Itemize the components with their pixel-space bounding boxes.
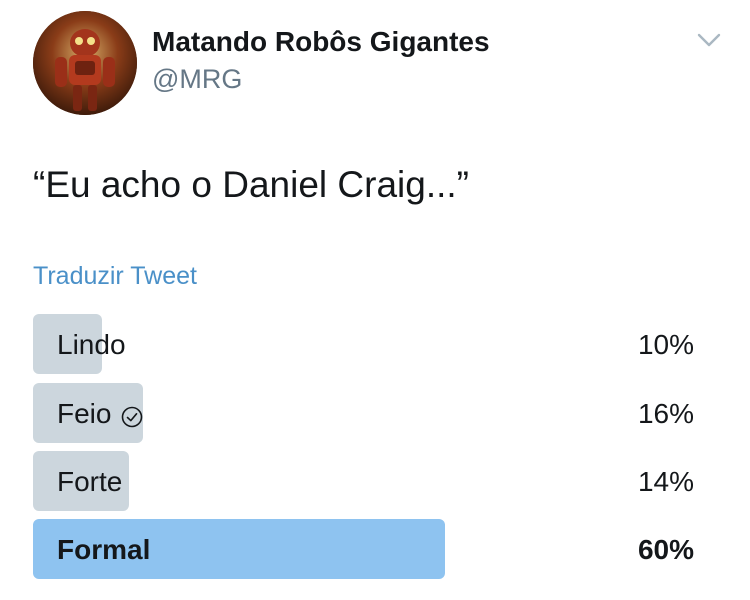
poll-option-label: Lindo — [57, 329, 126, 361]
poll-option-label: Formal — [57, 534, 150, 566]
tweet-text: “Eu acho o Daniel Craig...” — [33, 164, 469, 205]
poll-option-label-text: Forte — [57, 466, 123, 497]
poll-option-feio: Feio 16% — [33, 383, 698, 443]
translate-tweet-link[interactable]: Traduzir Tweet — [33, 262, 197, 291]
user-name[interactable]: Matando Robôs Gigantes — [152, 26, 490, 58]
chevron-down-icon[interactable] — [696, 30, 722, 50]
robot-avatar-icon — [33, 11, 137, 115]
poll-option-percent: 16% — [637, 398, 694, 429]
poll-option-percent: 10% — [637, 329, 694, 360]
poll-option-label: Feio — [57, 398, 143, 430]
poll-option-lindo: Lindo 10% — [33, 314, 698, 374]
poll-option-percent: 60% — [637, 534, 694, 565]
avatar[interactable] — [33, 11, 137, 115]
poll-option-label-text: Formal — [57, 534, 151, 565]
check-circle-icon — [121, 403, 143, 428]
poll-option-label: Forte — [57, 466, 122, 498]
poll-option-label-text: Lindo — [57, 329, 126, 360]
poll-option-percent: 14% — [637, 466, 694, 497]
user-handle[interactable]: @MRG — [152, 64, 242, 95]
poll-option-forte: Forte 14% — [33, 451, 698, 511]
poll-option-formal: Formal 60% — [33, 519, 698, 579]
poll-option-label-text: Feio — [57, 398, 112, 429]
